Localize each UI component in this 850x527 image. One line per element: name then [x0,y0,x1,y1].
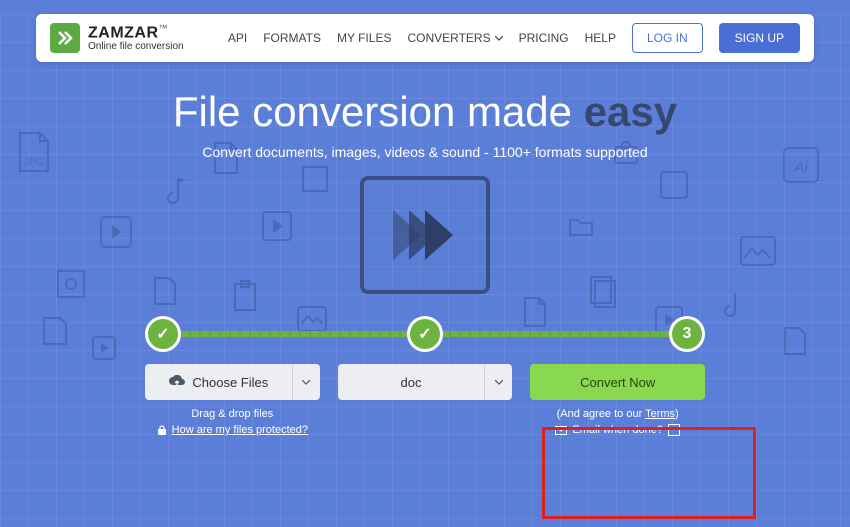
cloud-upload-icon [168,375,186,389]
hero-title-prefix: File conversion made [173,88,584,135]
nav-myfiles[interactable]: MY FILES [337,31,391,45]
login-button[interactable]: LOG IN [632,23,703,53]
step-3: 3 [669,316,705,352]
hero-illustration [360,176,490,294]
brand-name: ZAMZAR [88,25,159,42]
step-1: ✓ [145,316,181,352]
format-caret[interactable] [484,364,512,400]
caret-down-icon [302,380,310,385]
email-when-done-checkbox[interactable] [668,424,680,436]
drag-drop-hint: Drag & drop files [191,408,273,420]
nav-help[interactable]: HELP [585,31,616,45]
choose-files-caret[interactable] [292,364,320,400]
choose-files-label: Choose Files [192,375,268,390]
nav-api[interactable]: API [228,31,247,45]
forward-icon [385,200,465,270]
convert-now-label: Convert Now [580,375,655,390]
logo-icon [50,23,80,53]
files-protected-label: How are my files protected? [172,424,308,436]
terms-link[interactable]: Terms [645,408,675,420]
hero-subtitle: Convert documents, images, videos & soun… [0,144,850,160]
choose-files-button[interactable]: Choose Files [145,364,320,400]
convert-now-button[interactable]: Convert Now [530,364,705,400]
nav-converters-label: CONVERTERS [407,31,490,45]
brand-tagline: Online file conversion [88,42,184,52]
format-selected: doc [401,375,422,390]
mail-icon [555,426,567,435]
files-protected-link[interactable]: How are my files protected? [157,424,308,436]
hero-title-emphasis: easy [584,88,677,135]
topbar: ZAMZAR™ Online file conversion API FORMA… [36,14,814,62]
brand-tm: ™ [159,23,168,33]
step-2: ✓ [407,316,443,352]
nav-pricing[interactable]: PRICING [519,31,569,45]
email-when-done-label: Email when done? [572,424,663,436]
agree-terms-text: (And agree to our Terms) [557,408,679,420]
nav-converters[interactable]: CONVERTERS [407,31,502,45]
caret-down-icon [495,380,503,385]
progress-steps: ✓ ✓ 3 [145,316,705,352]
nav-formats[interactable]: FORMATS [263,31,321,45]
signup-button[interactable]: SIGN UP [719,23,800,53]
format-select[interactable]: doc [338,364,513,400]
chevron-down-icon [495,36,503,41]
hero-title: File conversion made easy [0,88,850,136]
logo[interactable]: ZAMZAR™ Online file conversion [50,23,184,53]
lock-icon [157,425,167,436]
